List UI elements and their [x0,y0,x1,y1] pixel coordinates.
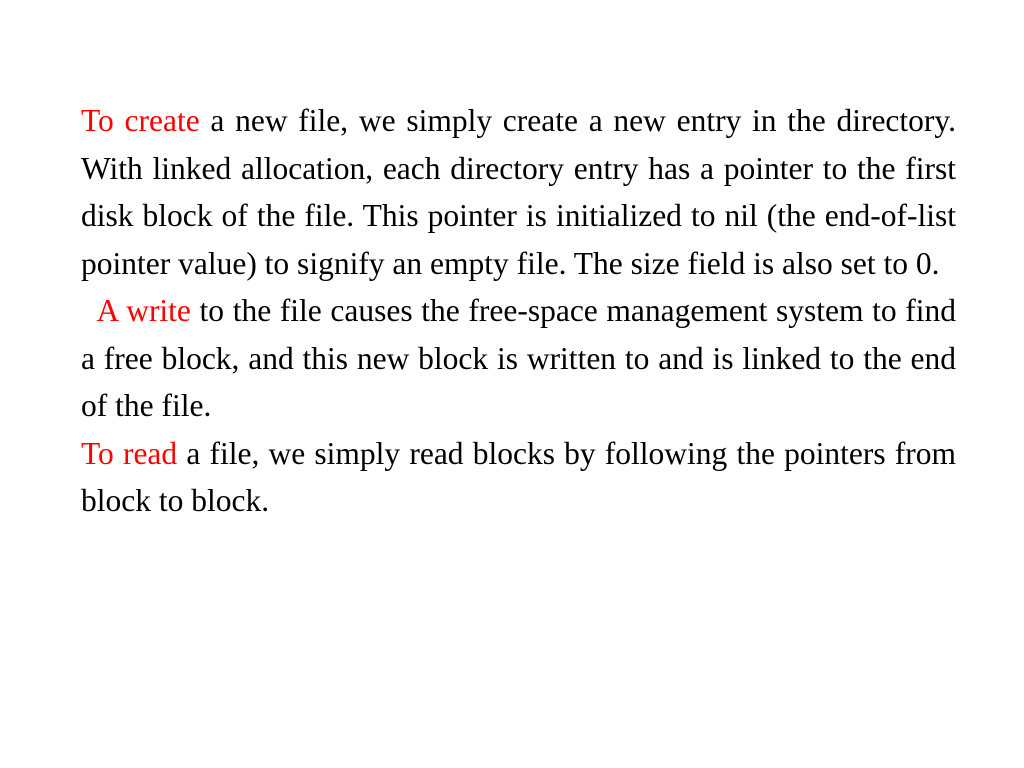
paragraph-create-body: a new file, we simply create a new entry… [81,103,956,281]
slide-canvas: To create a new file, we simply create a… [0,0,1024,768]
paragraph-create: To create a new file, we simply create a… [81,97,956,287]
accent-phrase-a-write: A write [96,293,191,328]
accent-phrase-to-create: To create [81,103,200,138]
paragraph-write-body: to the file causes the free-space manage… [81,293,957,423]
paragraph-read-body: a file, we simply read blocks by followi… [81,435,956,519]
accent-phrase-to-read: To read [81,435,178,471]
paragraph-write: A write to the file causes the free-spac… [81,287,956,430]
slide-body-text: To create a new file, we simply create a… [81,97,956,525]
paragraph-read: To read a file, we simply read blocks by… [81,430,956,525]
